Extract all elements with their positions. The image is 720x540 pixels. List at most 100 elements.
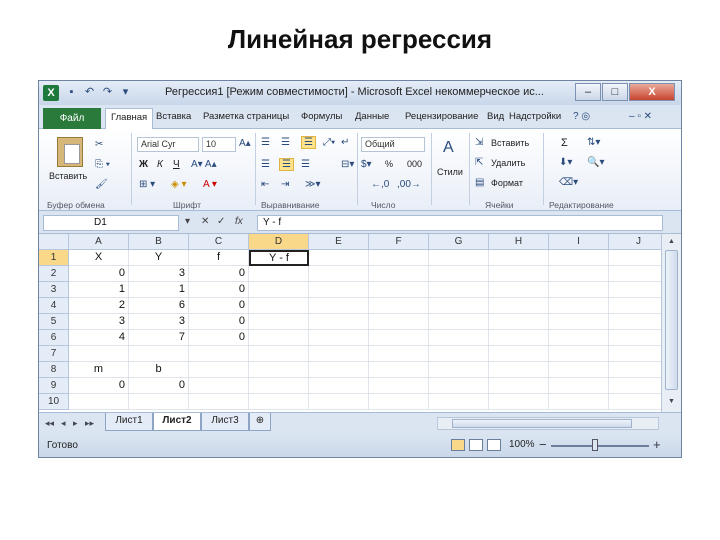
ribbon-window-controls-icon[interactable]: – ▫ ✕ (629, 111, 652, 122)
grid-cell[interactable] (369, 378, 429, 394)
row-header[interactable]: 6 (39, 330, 69, 346)
grid-cell[interactable] (309, 250, 369, 266)
grid-cell[interactable] (609, 314, 661, 330)
grid-cell[interactable] (369, 394, 429, 410)
grid-cell[interactable] (549, 282, 609, 298)
grid-cell[interactable]: b (129, 362, 189, 378)
enter-icon[interactable]: ✓ (217, 216, 225, 227)
cancel-icon[interactable]: ✕ (201, 216, 209, 227)
underline-button[interactable]: Ч (173, 159, 180, 170)
grid-cell[interactable]: 3 (69, 314, 129, 330)
grid-cell[interactable] (549, 314, 609, 330)
grid-cell[interactable] (489, 346, 549, 362)
name-box-dropdown-icon[interactable]: ▾ (185, 216, 190, 227)
paste-button[interactable]: Вставить (49, 171, 87, 181)
align-right-icon[interactable]: ☰ (301, 159, 310, 170)
insert-function-icon[interactable]: fx (235, 216, 243, 227)
scroll-up-icon[interactable]: ▲ (665, 236, 678, 248)
grid-cell[interactable] (609, 378, 661, 394)
format-painter-icon[interactable]: 🖌 (95, 179, 108, 190)
sort-filter-icon[interactable]: ⇅▾ (587, 137, 600, 148)
save-icon[interactable]: ▪ (65, 86, 78, 99)
grid-cell[interactable] (549, 362, 609, 378)
number-format-select[interactable]: Общий (361, 137, 425, 152)
insert-sheet-icon[interactable]: ⊕ (249, 413, 271, 431)
increase-indent-icon[interactable]: ⇥ (281, 179, 289, 190)
align-top-icon[interactable]: ☰ (261, 137, 270, 148)
grid-cell[interactable] (249, 346, 309, 362)
grid-cell[interactable] (429, 314, 489, 330)
grid-cell[interactable] (489, 394, 549, 410)
merge-center-icon[interactable]: ⊟▾ (341, 159, 354, 170)
minimize-icon[interactable]: – (575, 83, 601, 101)
column-header[interactable]: G (429, 234, 489, 250)
find-select-icon[interactable]: 🔍▾ (587, 157, 604, 168)
clear-icon[interactable]: ⌫▾ (559, 177, 578, 188)
formula-input[interactable]: Y - f (257, 215, 663, 231)
grid-cell[interactable] (369, 266, 429, 282)
grid-cell[interactable] (69, 346, 129, 362)
align-bottom-icon[interactable]: ☰ (301, 136, 316, 149)
maximize-icon[interactable]: □ (602, 83, 628, 101)
font-size-select[interactable]: 10 (202, 137, 236, 152)
grid-cell[interactable]: 6 (129, 298, 189, 314)
grid-cell[interactable] (609, 282, 661, 298)
grid-cell[interactable]: 0 (189, 282, 249, 298)
tab-view[interactable]: Вид (487, 111, 504, 122)
page-layout-view-icon[interactable] (469, 439, 483, 451)
column-header[interactable]: E (309, 234, 369, 250)
grid-cell[interactable] (489, 266, 549, 282)
cut-icon[interactable]: ✂ (95, 139, 103, 150)
grid-cell[interactable] (429, 266, 489, 282)
grid-cell[interactable]: f (189, 250, 249, 266)
last-sheet-icon[interactable]: ▸▸ (85, 418, 94, 429)
grid-cell[interactable] (309, 282, 369, 298)
fill-icon[interactable]: ⬇▾ (559, 157, 572, 168)
delete-cells-icon[interactable]: ⇱ (475, 157, 483, 168)
grid-cell[interactable] (249, 266, 309, 282)
spreadsheet-grid[interactable]: ABCDEFGHIJ1XYfY - f203031104260533064707… (39, 234, 661, 412)
grid-cell[interactable] (489, 330, 549, 346)
select-all-corner[interactable] (39, 234, 69, 250)
tab-review[interactable]: Рецензирование (405, 111, 478, 122)
column-header[interactable]: A (69, 234, 129, 250)
currency-icon[interactable]: $▾ (361, 159, 372, 170)
paste-icon[interactable] (57, 137, 83, 167)
grid-cell[interactable] (489, 314, 549, 330)
excel-app-icon[interactable]: X (43, 85, 59, 101)
format-cells-icon[interactable]: ▤ (475, 177, 484, 188)
grid-cell[interactable] (549, 378, 609, 394)
grid-cell[interactable] (609, 346, 661, 362)
grid-cell[interactable]: 0 (189, 298, 249, 314)
grid-cell[interactable] (549, 330, 609, 346)
grid-cell[interactable] (609, 330, 661, 346)
grid-cell[interactable] (549, 346, 609, 362)
grid-cell[interactable] (189, 362, 249, 378)
vertical-scroll-thumb[interactable] (665, 250, 678, 390)
grid-cell[interactable] (369, 250, 429, 266)
grid-cell[interactable]: 2 (69, 298, 129, 314)
grid-cell[interactable] (369, 330, 429, 346)
grid-cell[interactable] (489, 250, 549, 266)
tab-data[interactable]: Данные (355, 111, 389, 122)
next-sheet-icon[interactable]: ▸ (73, 418, 78, 429)
grid-cell[interactable]: 0 (69, 378, 129, 394)
zoom-out-icon[interactable]: − (539, 437, 547, 452)
thousands-button[interactable]: 000 (407, 159, 422, 169)
grid-cell[interactable] (249, 330, 309, 346)
close-icon[interactable]: X (629, 83, 675, 101)
zoom-slider-thumb[interactable] (592, 439, 598, 451)
decrease-indent-icon[interactable]: ⇤ (261, 179, 269, 190)
grid-cell[interactable]: X (69, 250, 129, 266)
grid-cell[interactable] (609, 250, 661, 266)
wrap-text-icon[interactable]: ↵ (341, 137, 349, 148)
align-left-icon[interactable]: ☰ (261, 159, 270, 170)
grid-cell[interactable]: 1 (129, 282, 189, 298)
grid-cell[interactable] (369, 362, 429, 378)
row-header[interactable]: 2 (39, 266, 69, 282)
copy-icon[interactable]: ⎘ ▾ (95, 159, 110, 170)
customize-icon[interactable]: ▾ (119, 86, 132, 99)
grid-cell[interactable] (609, 266, 661, 282)
zoom-level[interactable]: 100% (509, 439, 535, 450)
decrease-decimal-icon[interactable]: ,00→ (397, 179, 421, 190)
